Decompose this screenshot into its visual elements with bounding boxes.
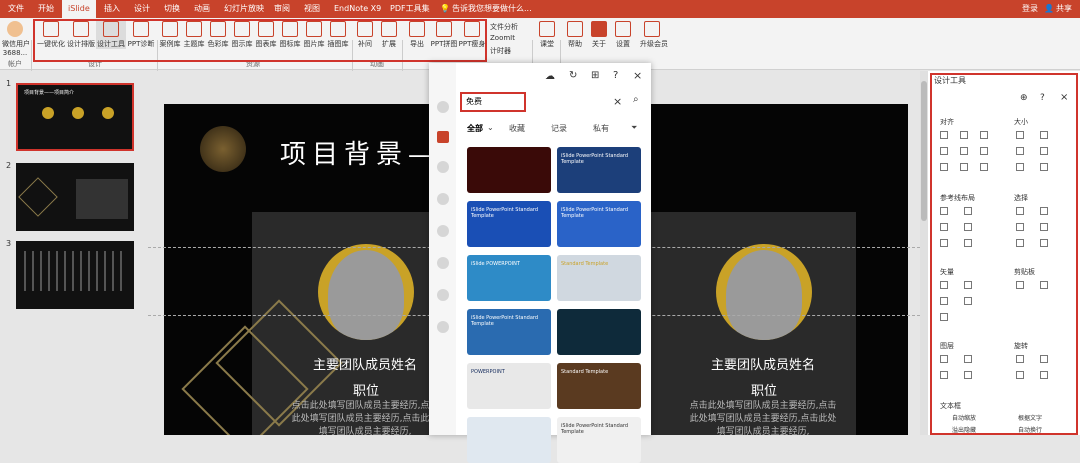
tab-endnote[interactable]: EndNote X9: [334, 0, 381, 18]
template-card[interactable]: iSlide PowerPoint Standard Template: [557, 147, 641, 193]
refresh-icon[interactable]: ↻: [569, 70, 577, 81]
close-icon[interactable]: ×: [633, 69, 642, 82]
template-card[interactable]: [557, 309, 641, 355]
template-card[interactable]: Standard Template: [557, 255, 641, 301]
user-account-button[interactable]: 微信用户 3688...: [2, 21, 30, 57]
tab-slideshow[interactable]: 幻灯片放映: [224, 0, 264, 18]
category-all[interactable]: 全部: [467, 123, 483, 134]
member-name-right[interactable]: 主要团队成员姓名: [688, 354, 838, 373]
member-desc-right[interactable]: 点击此处填写团队成员主要经历,点击此处填写团队成员主要经历,点击此处填写团队成员…: [688, 400, 838, 435]
member-role-right[interactable]: 职位: [734, 380, 794, 399]
timer-button[interactable]: 计时器: [490, 46, 511, 56]
user-id: 3688...: [2, 49, 28, 57]
template-card[interactable]: iSlide PowerPoint Standard Template: [557, 417, 641, 463]
sidebar-compass-icon[interactable]: [437, 321, 449, 333]
tab-islide[interactable]: iSlide: [62, 0, 96, 18]
template-card[interactable]: iSlide PowerPoint Standard Template: [557, 201, 641, 247]
filter-icon[interactable]: ⏷: [631, 123, 637, 133]
sidebar-theme-icon[interactable]: [437, 131, 449, 143]
settings-button[interactable]: 设置: [612, 21, 634, 49]
login-link[interactable]: 登录: [1022, 0, 1038, 18]
tab-home[interactable]: 开始: [38, 0, 54, 18]
highlight-ribbon-groups: [33, 19, 487, 62]
about-button[interactable]: 关于: [588, 21, 610, 49]
sidebar-palette-icon[interactable]: [437, 161, 449, 173]
member-photo-left[interactable]: [318, 244, 414, 340]
tab-animations[interactable]: 动画: [194, 0, 210, 18]
sidebar-diagram-icon[interactable]: [437, 193, 449, 205]
template-card[interactable]: iSlide POWERPOINT: [467, 255, 551, 301]
highlight-design-tools-panel: [930, 73, 1078, 435]
slide-thumbnail-1[interactable]: 项目背景——项目简介: [16, 83, 134, 151]
slide-thumbnail-3[interactable]: [16, 241, 134, 309]
clear-search-icon[interactable]: ×: [613, 95, 622, 108]
group-label-account: 帐户: [8, 60, 22, 68]
sidebar-image-icon[interactable]: [437, 101, 449, 113]
slide-number-2: 2: [6, 161, 12, 170]
popup-category-sidebar: [429, 63, 456, 435]
upgrade-vip-button[interactable]: 升级会员: [640, 21, 668, 49]
tab-insert[interactable]: 插入: [104, 0, 120, 18]
chevron-down-icon[interactable]: ⌄: [487, 123, 494, 132]
slide-number-3: 3: [6, 239, 12, 248]
tab-review[interactable]: 审阅: [274, 0, 290, 18]
share-button[interactable]: 共享: [1056, 0, 1072, 18]
thumb-1-title: 项目背景——项目简介: [24, 90, 75, 96]
template-card[interactable]: [467, 147, 551, 193]
vertical-scrollbar[interactable]: [920, 71, 928, 435]
template-library-popup: ☁ ↻ ⊞ ? × 免费 × ⌕ 全部 ⌄ 收藏 记录 私有 ⏷ iSlide …: [429, 63, 651, 463]
template-card[interactable]: iSlide PowerPoint Standard Template: [467, 309, 551, 355]
category-history[interactable]: 记录: [551, 123, 567, 134]
template-card[interactable]: iSlide PowerPoint Standard Template: [467, 201, 551, 247]
ribbon-tab-bar: 文件 开始 iSlide 插入 设计 切换 动画 幻灯片放映 审阅 视图 End…: [0, 0, 1080, 18]
scrollbar-thumb[interactable]: [921, 81, 927, 221]
category-private[interactable]: 私有: [593, 123, 609, 134]
search-icon[interactable]: ⌕: [633, 94, 639, 105]
help-button[interactable]: 帮助: [564, 21, 586, 49]
template-search-input[interactable]: 免费: [460, 92, 526, 112]
tab-file[interactable]: 文件: [8, 0, 24, 18]
classroom-button[interactable]: 课堂: [536, 21, 558, 49]
help-icon: [567, 21, 583, 37]
lightbulb-icon: 💡: [440, 4, 450, 13]
sidebar-chart-icon[interactable]: [437, 225, 449, 237]
member-desc-left[interactable]: 点击此处填写团队成员主要经历,点击此处填写团队成员主要经历,点击此处填写团队成员…: [290, 400, 440, 435]
member-photo-right[interactable]: [716, 244, 812, 340]
tell-me-box[interactable]: 告诉我您想要做什么...: [452, 0, 532, 18]
tab-pdf-tools[interactable]: PDF工具集: [390, 0, 430, 18]
help-icon[interactable]: ?: [613, 70, 618, 81]
islide-logo-icon: [591, 21, 607, 37]
sidebar-icon-lib-icon[interactable]: [437, 257, 449, 269]
person-icon: 👤: [1044, 4, 1054, 13]
tab-design[interactable]: 设计: [134, 0, 150, 18]
tab-transitions[interactable]: 切换: [164, 0, 180, 18]
avatar: [7, 21, 23, 37]
category-favorites[interactable]: 收藏: [509, 123, 525, 134]
zoomit-button[interactable]: ZoomIt: [490, 34, 515, 42]
grid-icon[interactable]: ⊞: [591, 70, 599, 81]
file-analysis-button[interactable]: 文件分析: [490, 22, 518, 32]
slide-thumbnail-2[interactable]: [16, 163, 134, 231]
crown-icon: [644, 21, 660, 37]
tab-view[interactable]: 视图: [304, 0, 320, 18]
user-name: 微信用户: [2, 40, 30, 48]
member-name-left[interactable]: 主要团队成员姓名: [290, 354, 440, 373]
cloud-upload-icon[interactable]: ☁: [545, 71, 555, 82]
slide-thumbnail-panel: 1 项目背景——项目简介 2 3: [0, 71, 148, 435]
classroom-icon: [539, 21, 555, 37]
sidebar-picture-icon[interactable]: [437, 289, 449, 301]
slide-number-1: 1: [6, 79, 12, 88]
template-card[interactable]: POWERPOINT: [467, 363, 551, 409]
decorative-circles: [200, 126, 246, 172]
gear-icon: [615, 21, 631, 37]
template-card[interactable]: Standard Template: [557, 363, 641, 409]
member-role-left[interactable]: 职位: [336, 380, 396, 399]
template-card[interactable]: [467, 417, 551, 463]
